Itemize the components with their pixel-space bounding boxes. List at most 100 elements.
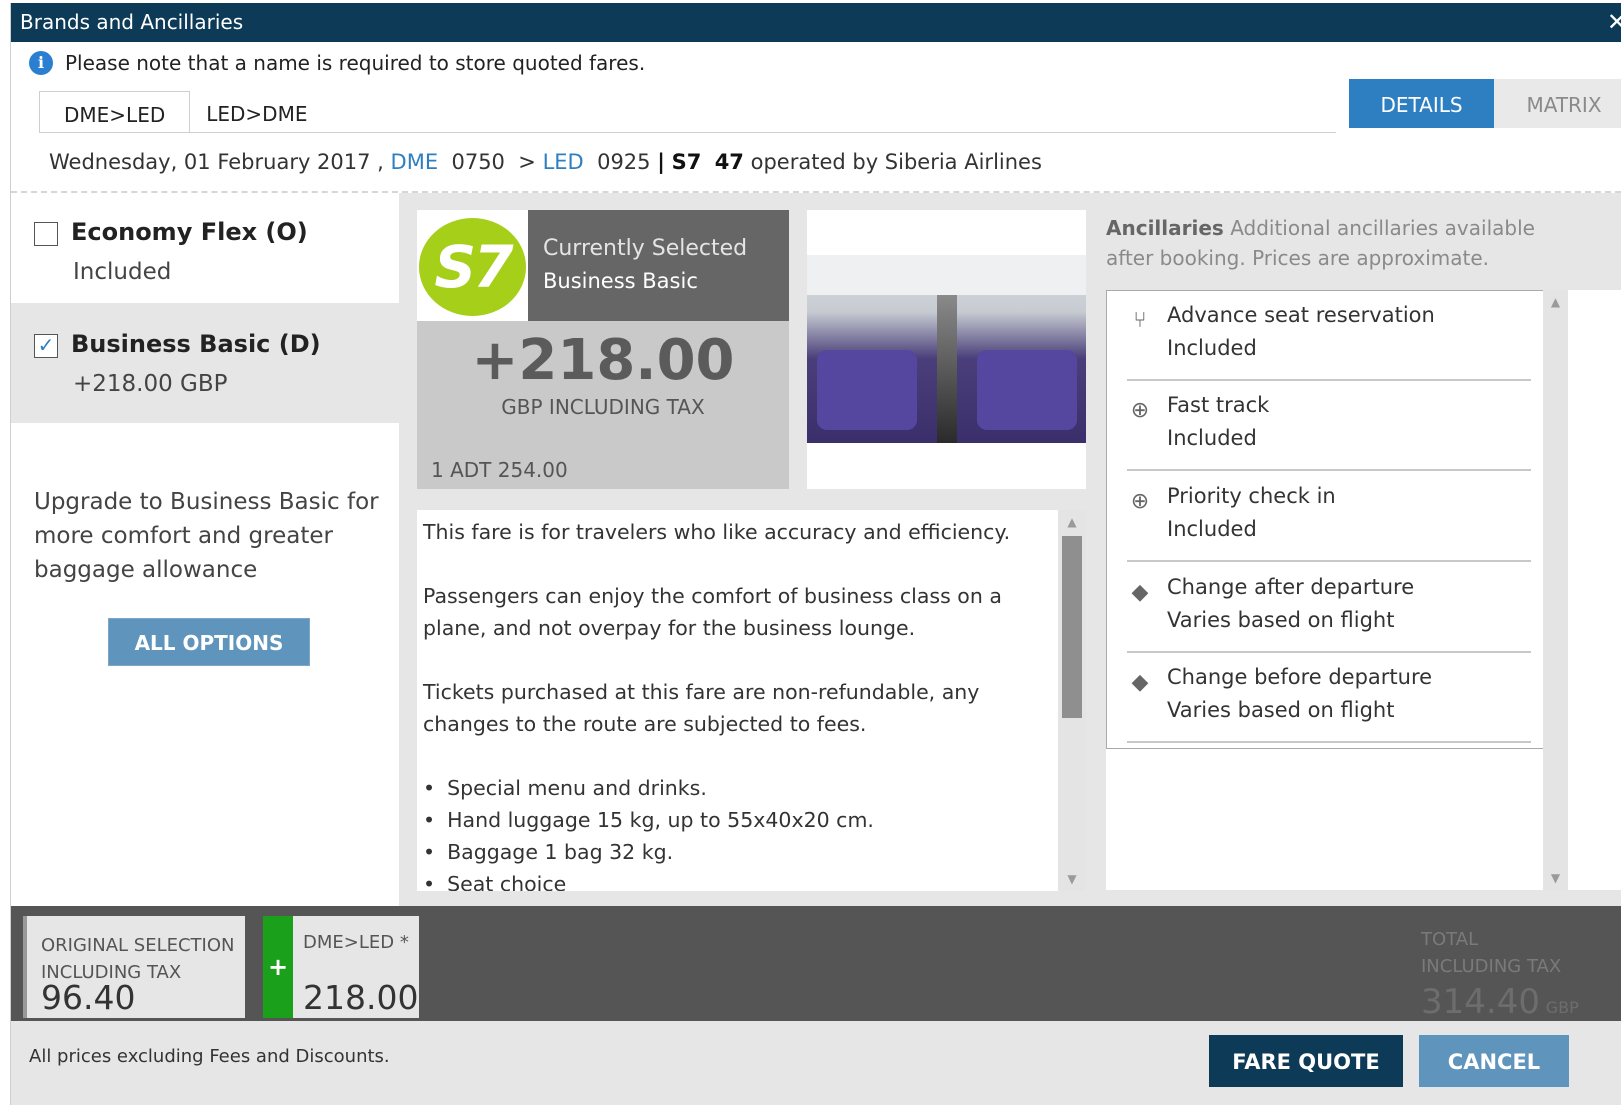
ancillaries-panel: ⑂ Advance seat reservation Included ⊕ Fa… [1106, 290, 1621, 890]
description-paragraph: Tickets purchased at this fare are non-r… [423, 680, 980, 736]
list-item: ◆ Change after departure Varies based on… [1127, 563, 1531, 653]
list-item: ◆ Change before departure Varies based o… [1127, 653, 1531, 743]
selected-price-box: S7 Currently Selected Business Basic +21… [417, 210, 789, 489]
leg-tabs: DME>LED LED>DME [39, 91, 324, 133]
currently-selected-label: Currently Selected [543, 236, 748, 261]
operated-by: operated by Siberia Airlines [750, 150, 1042, 174]
ancillaries-header: Ancillaries Additional ancillaries avail… [1106, 213, 1576, 273]
list-item: ⑂ Advance seat reservation Included [1127, 291, 1531, 381]
cabin-photo [807, 210, 1086, 489]
scroll-thumb[interactable] [1062, 536, 1082, 718]
original-selection-value: 96.40 [41, 978, 136, 1017]
action-bar: All prices excluding Fees and Discounts.… [11, 1021, 1621, 1105]
title-bar: Brands and Ancillaries ✕ [11, 3, 1621, 42]
prices-note: All prices excluding Fees and Discounts. [29, 1046, 390, 1067]
route-arrow: > [518, 150, 536, 174]
departure-time: 0750 [451, 150, 505, 174]
leg-value: 218.00 [303, 978, 419, 1017]
flight-info: Wednesday, 01 February 2017 , DME 0750 >… [49, 150, 1042, 174]
price-note: GBP INCLUDING TAX [501, 395, 705, 419]
dialog-title: Brands and Ancillaries [20, 10, 244, 34]
total-sublabel: INCLUDING TAX [1421, 956, 1562, 977]
price-summary-bar: ORIGINAL SELECTION INCLUDING TAX 96.40 +… [11, 906, 1621, 1024]
original-selection: ORIGINAL SELECTION INCLUDING TAX 96.40 [23, 916, 245, 1018]
brand-list: Economy Flex (O) Included ✓ Business Bas… [11, 193, 399, 908]
ancillary-name: Change before departure [1167, 665, 1433, 689]
tabs-divider [39, 132, 1336, 133]
list-item: Hand luggage 15 kg, up to 55x40x20 cm. [423, 804, 1053, 836]
ancillaries-list: ⑂ Advance seat reservation Included ⊕ Fa… [1106, 290, 1544, 749]
tab-led-dme[interactable]: LED>DME [190, 91, 324, 133]
business-basic-checkbox[interactable]: ✓ [34, 334, 58, 358]
list-item: Special menu and drinks. [423, 772, 1053, 804]
brand-price: +218.00 GBP [73, 371, 228, 397]
ancillary-name: Advance seat reservation [1167, 303, 1435, 327]
fare-description: This fare is for travelers who like accu… [417, 510, 1086, 891]
total-price: TOTAL INCLUDING TAX 314.40 GBP [1421, 926, 1579, 1024]
carrier-code: S7 [671, 150, 702, 174]
total-value: 314.40 [1421, 982, 1540, 1022]
fare-features-list: Special menu and drinks. Hand luggage 15… [423, 772, 1053, 891]
ancillary-status: Varies based on flight [1167, 698, 1395, 722]
name-required-notice: i Please note that a name is required to… [29, 51, 645, 75]
scroll-up-icon[interactable]: ▲ [1543, 290, 1568, 314]
origin-airport[interactable]: DME [391, 150, 439, 174]
airline-logo: S7 [417, 210, 528, 321]
currently-selected: Currently Selected Business Basic [528, 210, 789, 321]
globe-icon: ⊕ [1130, 489, 1150, 514]
adt-price: 1 ADT 254.00 [431, 458, 568, 482]
brand-name: Business Basic (D) [71, 330, 321, 358]
brand-business-basic[interactable]: ✓ Business Basic (D) +218.00 GBP [11, 303, 399, 423]
arrival-time: 0925 [597, 150, 651, 174]
economy-flex-checkbox[interactable] [34, 222, 58, 246]
ancillary-status: Included [1167, 426, 1257, 450]
s7-logo: S7 [419, 218, 526, 316]
leg-price: DME>LED * 218.00 [293, 916, 419, 1018]
tag-icon: ◆ [1131, 670, 1149, 695]
all-options-button[interactable]: ALL OPTIONS [108, 618, 310, 666]
description-paragraph: Passengers can enjoy the comfort of busi… [423, 584, 1002, 640]
list-item: ⊕ Fast track Included [1127, 381, 1531, 471]
list-item: Seat choice [423, 868, 1053, 891]
view-switch: DETAILS MATRIX [1349, 79, 1621, 128]
leg-label: DME>LED * [303, 932, 409, 953]
brand-name: Economy Flex (O) [71, 218, 308, 246]
scroll-down-icon[interactable]: ▼ [1058, 867, 1086, 891]
scroll-down-icon[interactable]: ▼ [1543, 866, 1568, 890]
list-item: Baggage 1 bag 32 kg. [423, 836, 1053, 868]
flight-date: Wednesday, 01 February 2017 , [49, 150, 384, 174]
cabin-image [807, 255, 1086, 443]
selected-price: +218.00 [471, 328, 735, 393]
info-icon: i [29, 51, 53, 75]
destination-airport[interactable]: LED [543, 150, 584, 174]
details-button[interactable]: DETAILS [1349, 79, 1494, 128]
ancillary-status: Included [1167, 336, 1257, 360]
brands-ancillaries-dialog: Brands and Ancillaries ✕ i Please note t… [10, 3, 1621, 1105]
selected-brand-name: Business Basic [543, 269, 698, 293]
notice-text: Please note that a name is required to s… [65, 51, 646, 75]
globe-icon: ⊕ [1130, 398, 1150, 423]
brand-details: S7 Currently Selected Business Basic +21… [399, 193, 1621, 908]
scroll-up-icon[interactable]: ▲ [1058, 510, 1086, 534]
description-paragraph: This fare is for travelers who like accu… [423, 520, 1011, 544]
ancillaries-scrollbar[interactable]: ▲ ▼ [1543, 290, 1568, 890]
flight-separator: | [657, 150, 665, 174]
close-icon[interactable]: ✕ [1607, 3, 1621, 42]
ancillary-name: Priority check in [1167, 484, 1336, 508]
brand-price: Included [73, 259, 172, 285]
brand-economy-flex[interactable]: Economy Flex (O) Included [11, 193, 399, 313]
total-label: TOTAL [1421, 929, 1479, 950]
cancel-button[interactable]: CANCEL [1419, 1035, 1569, 1087]
tag-icon: ◆ [1131, 580, 1149, 605]
ancillary-status: Included [1167, 517, 1257, 541]
description-scrollbar[interactable]: ▲ ▼ [1058, 510, 1086, 891]
total-currency: GBP [1545, 998, 1579, 1017]
ancillaries-title: Ancillaries [1106, 216, 1224, 240]
plus-icon: + [263, 916, 293, 1018]
matrix-button[interactable]: MATRIX [1494, 79, 1621, 128]
flight-number: 47 [714, 150, 744, 174]
ancillary-status: Varies based on flight [1167, 608, 1395, 632]
tab-dme-led[interactable]: DME>LED [39, 91, 191, 133]
fare-quote-button[interactable]: FARE QUOTE [1209, 1035, 1403, 1087]
upgrade-text: Upgrade to Business Basic for more comfo… [34, 489, 379, 583]
